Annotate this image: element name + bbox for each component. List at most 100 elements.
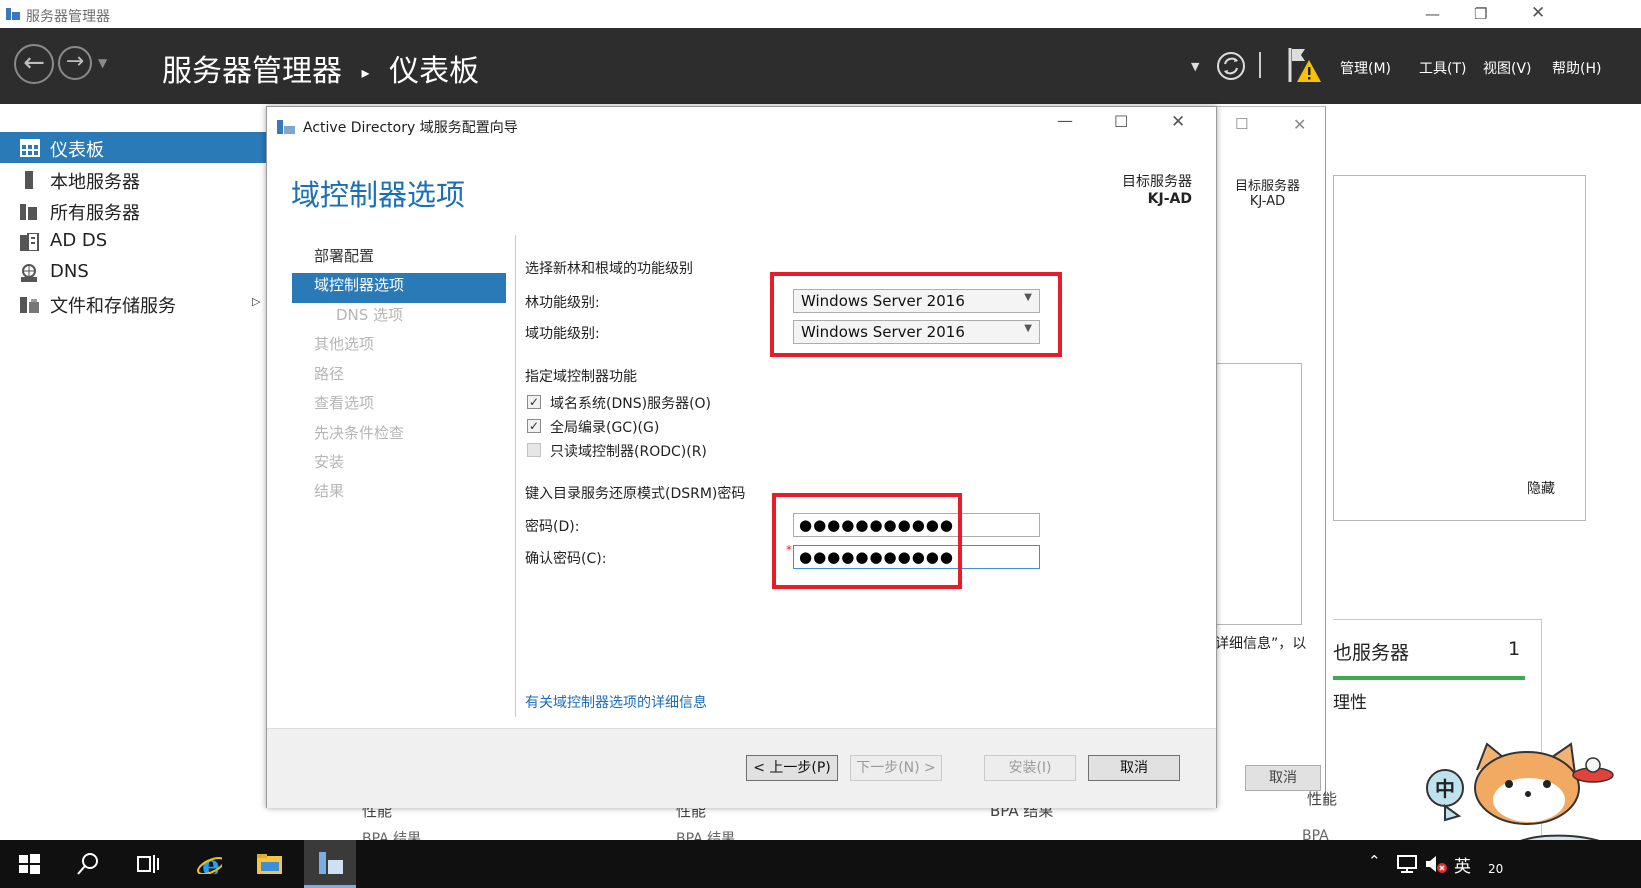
dsrm-section-label: 键入目录服务还原模式(DSRM)密码 [525, 486, 746, 502]
bg-local-server-title: 也服务器 [1333, 642, 1410, 664]
bg-close-icon: ✕ [1293, 115, 1307, 134]
forest-level-label: 林功能级别: [525, 295, 600, 311]
step-deployment-config[interactable]: 部署配置 [314, 245, 374, 266]
breadcrumb-page: 仪表板 [389, 54, 480, 89]
tray-chevron-up-icon[interactable]: ⌃ [1368, 852, 1381, 870]
bg-target-name: KJ-AD [1249, 194, 1286, 209]
header-dropdown-icon[interactable]: ▼ [1191, 60, 1199, 73]
annotation-highlight-levels [770, 272, 1062, 357]
cancel-button[interactable]: 取消 [1088, 755, 1180, 781]
minimize-button[interactable]: — [1425, 6, 1440, 22]
dialog-maximize-button[interactable]: ☐ [1114, 114, 1128, 130]
breadcrumb-separator-icon: ▸ [361, 63, 370, 82]
sidebar-item-ad-ds[interactable]: AD DS [0, 226, 268, 257]
refresh-icon[interactable] [1215, 50, 1247, 82]
dashboard-icon [20, 139, 40, 157]
dialog-minimize-button[interactable]: — [1057, 113, 1073, 129]
server-manager-app-icon [6, 8, 20, 20]
history-dropdown-icon[interactable]: ▼ [98, 56, 107, 70]
step-prereq-check: 先决条件检查 [314, 424, 405, 442]
adds-config-wizard-dialog: Active Directory 域服务配置向导 — ☐ ✕ 域控制器选项 目标… [266, 106, 1217, 808]
step-results: 结果 [314, 482, 345, 500]
sidebar-item-all-servers[interactable]: 所有服务器 [0, 195, 268, 226]
bg-manageability-text: 理性 [1333, 693, 1367, 713]
task-view-icon[interactable] [136, 852, 162, 876]
target-server-label: 目标服务器 [1122, 174, 1192, 190]
dialog-title: Active Directory 域服务配置向导 [303, 120, 518, 136]
bg-tiles-strip: 性能 性能 BPA 结果 BPA 结果 BPA 结果 BPA 结果 [302, 802, 1333, 863]
servers-icon [20, 204, 37, 220]
dialog-close-button[interactable]: ✕ [1171, 114, 1185, 131]
steps-divider [515, 235, 516, 717]
bg-welcome-panel: 隐藏 [1333, 175, 1586, 521]
confirm-password-label: 确认密码(C): [525, 551, 607, 567]
breadcrumb: 服务器管理器 ▸ 仪表板 [162, 46, 479, 90]
step-paths: 路径 [314, 365, 345, 383]
notifications-flag-warning-icon[interactable] [1287, 46, 1323, 86]
bg-status-bar [1333, 676, 1525, 680]
rodc-checkbox-label: 只读域控制器(RODC)(R) [550, 444, 707, 460]
bg-hide-link[interactable]: 隐藏 [1527, 478, 1555, 498]
volume-muted-icon[interactable] [1424, 854, 1448, 874]
sidebar-item-local-server[interactable]: 本地服务器 [0, 164, 268, 195]
sidebar-item-file-storage[interactable]: 文件和存储服务 ▷ [0, 288, 268, 319]
menu-view[interactable]: 视图(V) [1483, 58, 1532, 78]
file-explorer-icon[interactable] [256, 852, 282, 876]
breadcrumb-root: 服务器管理器 [162, 54, 342, 89]
search-icon[interactable] [76, 852, 102, 876]
internet-explorer-icon[interactable]: e [196, 850, 222, 874]
window-title: 服务器管理器 [26, 9, 110, 25]
dialog-footer: < 上一步(P) 下一步(N) > 安装(I) 取消 [267, 728, 1216, 808]
bg-local-server-count: 1 [1508, 638, 1521, 660]
functional-level-section-label: 选择新林和根域的功能级别 [525, 261, 693, 277]
input-language-indicator[interactable]: 英 [1454, 852, 1471, 877]
sidebar-item-label: AD DS [50, 230, 108, 251]
file-storage-icon [20, 297, 39, 313]
dns-server-checkbox-label: 域名系统(DNS)服务器(O) [550, 396, 712, 412]
step-review-options: 查看选项 [314, 394, 375, 412]
global-catalog-checkbox[interactable]: ✓ [527, 419, 541, 433]
restore-button[interactable]: ❐ [1474, 6, 1487, 22]
bg-content-frame [1215, 363, 1302, 625]
bg-detail-text: 详细信息”，以 [1215, 636, 1307, 652]
annotation-highlight-passwords [772, 493, 962, 589]
install-button[interactable]: 安装(I) [984, 755, 1076, 781]
clock-fragment[interactable]: 20 [1488, 862, 1503, 876]
rodc-checkbox[interactable] [527, 443, 541, 457]
taskbar-server-manager-active[interactable] [304, 840, 356, 888]
more-info-link[interactable]: 有关域控制器选项的详细信息 [525, 692, 707, 712]
server-manager-taskbar-icon [319, 852, 343, 874]
windows-start-icon[interactable] [17, 852, 43, 876]
step-dns-options: DNS 选项 [336, 306, 404, 324]
taskbar: e ⌃ 英 20 [0, 840, 1641, 888]
target-server-name: KJ-AD [1147, 191, 1192, 207]
left-navigation: 仪表板 本地服务器 所有服务器 AD DS DNS 文件和存储服务 ▷ [0, 104, 268, 840]
back-button[interactable]: ← [14, 44, 54, 84]
password-label: 密码(D): [525, 519, 580, 535]
sidebar-item-dashboard[interactable]: 仪表板 [0, 132, 268, 163]
dns-server-checkbox[interactable]: ✓ [527, 395, 541, 409]
server-icon [25, 171, 33, 189]
sidebar-item-dns[interactable]: DNS [0, 257, 268, 288]
step-install: 安装 [314, 453, 345, 471]
wizard-app-icon [277, 120, 295, 134]
close-button[interactable]: ✕ [1531, 5, 1545, 22]
menu-help[interactable]: 帮助(H) [1552, 58, 1601, 78]
next-button[interactable]: 下一步(N) > [850, 755, 942, 781]
network-icon[interactable] [1395, 854, 1419, 874]
menu-manage[interactable]: 管理(M) [1340, 58, 1391, 78]
sidebar-item-label: 仪表板 [50, 140, 104, 161]
window-titlebar: 服务器管理器 — ❐ ✕ [0, 0, 1641, 28]
target-server: 目标服务器 KJ-AD [1122, 171, 1192, 207]
step-additional-options: 其他选项 [314, 335, 375, 353]
expand-arrow-icon[interactable]: ▷ [252, 295, 260, 308]
server-manager-header: ← → ▼ 服务器管理器 ▸ 仪表板 ▼ 管理(M) 工具(T) 视图(V) 帮… [0, 28, 1641, 104]
prev-button[interactable]: < 上一步(P) [746, 755, 838, 781]
sidebar-item-label: 所有服务器 [50, 203, 140, 224]
step-dc-options[interactable]: 域控制器选项 [314, 274, 404, 295]
bg-maximize-icon: ☐ [1235, 115, 1249, 133]
forward-button[interactable]: → [58, 46, 92, 80]
dns-icon [21, 264, 37, 282]
header-divider [1259, 52, 1261, 78]
menu-tools[interactable]: 工具(T) [1419, 58, 1466, 78]
